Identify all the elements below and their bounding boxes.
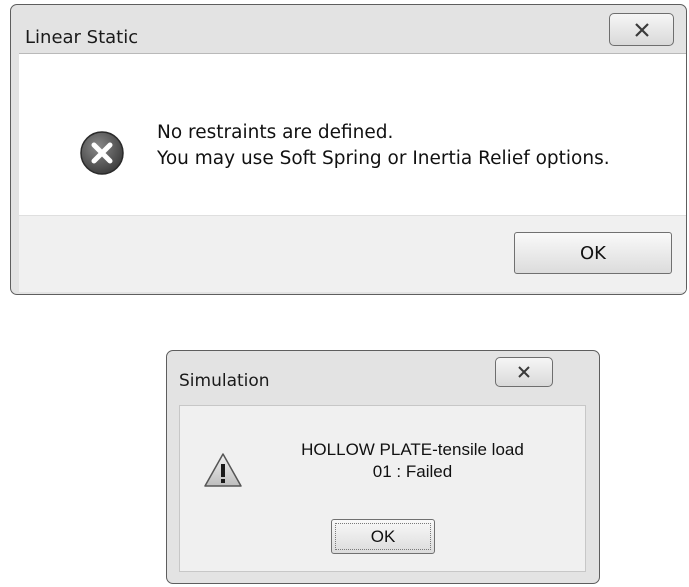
dialog-footer: OK (19, 215, 686, 292)
focus-rectangle (335, 523, 431, 550)
dialog-body: HOLLOW PLATE-tensile load 01 : Failed OK (179, 405, 586, 572)
error-icon (80, 131, 124, 175)
status-message: HOLLOW PLATE-tensile load 01 : Failed (240, 439, 585, 483)
dialog-title: Simulation (179, 371, 270, 391)
error-message: No restraints are defined. You may use S… (157, 120, 610, 172)
message-line-1: HOLLOW PLATE-tensile load (301, 440, 524, 459)
close-button[interactable] (609, 13, 674, 46)
warning-icon (204, 453, 242, 487)
close-icon (518, 366, 530, 378)
ok-button[interactable]: OK (514, 232, 672, 274)
message-line-2: You may use Soft Spring or Inertia Relie… (157, 148, 610, 169)
ok-button[interactable]: OK (331, 519, 435, 554)
linear-static-dialog: Linear Static No restraints are defined.… (10, 4, 687, 295)
simulation-dialog: Simulation HOLLOW PLATE-tensile load 01 … (166, 350, 600, 584)
dialog-body: No restraints are defined. You may use S… (19, 53, 686, 292)
message-line-2: 01 : Failed (372, 462, 453, 481)
close-button[interactable] (495, 357, 553, 387)
close-icon (634, 22, 649, 37)
message-line-1: No restraints are defined. (157, 122, 394, 143)
dialog-title: Linear Static (25, 27, 139, 48)
